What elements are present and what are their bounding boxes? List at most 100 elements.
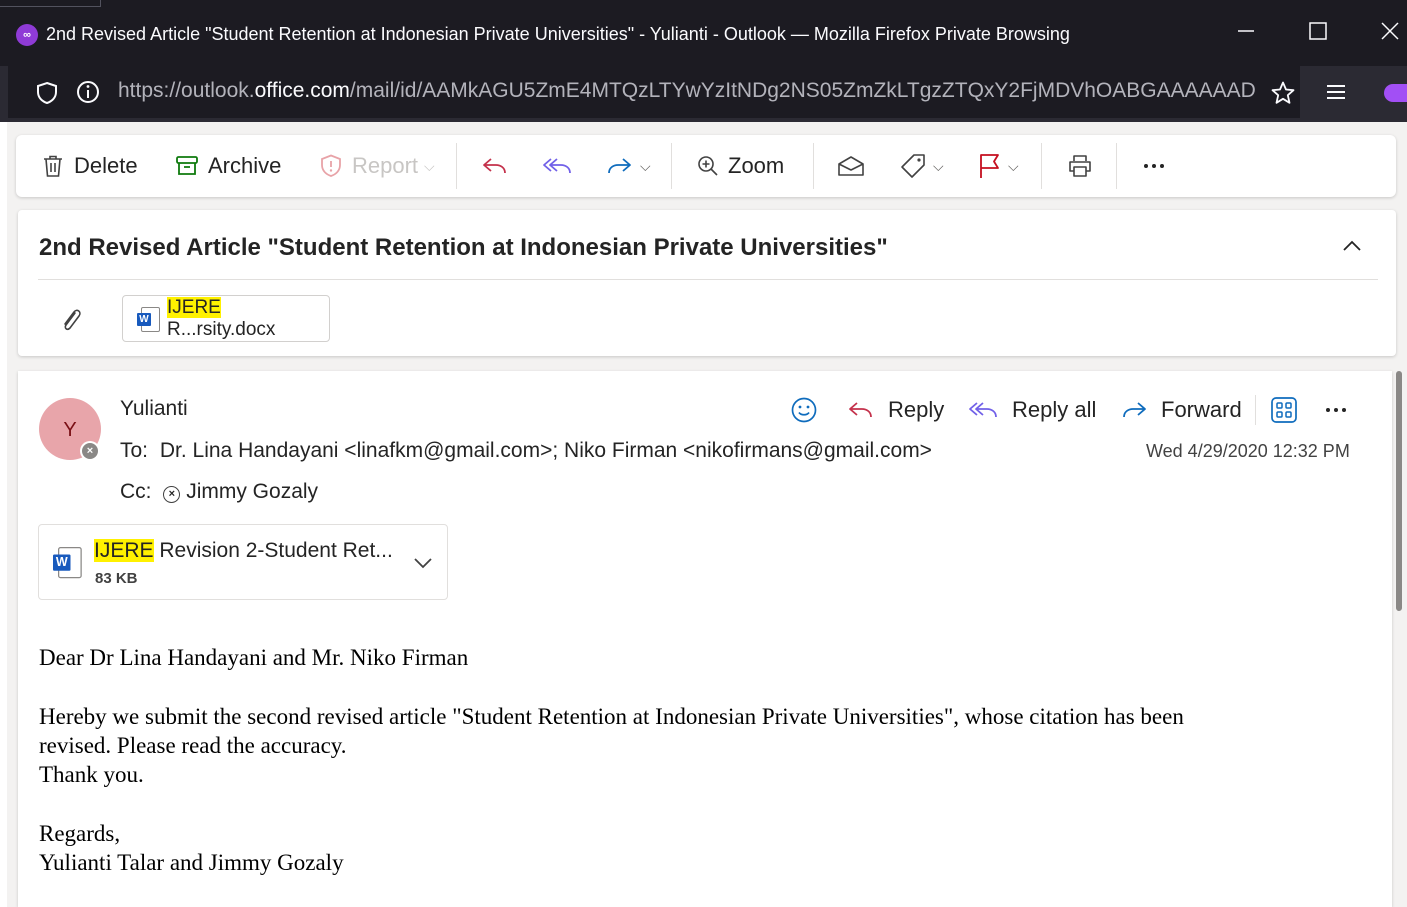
- cc-offline-status-icon: ×: [163, 486, 181, 503]
- site-info-icon[interactable]: [76, 80, 100, 104]
- url-text[interactable]: https://outlook.office.com/mail/id/AAMkA…: [118, 79, 1258, 105]
- toolbar-divider: [456, 143, 457, 189]
- toolbar-divider: [813, 143, 814, 189]
- more-actions-button[interactable]: [1142, 135, 1166, 197]
- reply-all-button[interactable]: [542, 135, 574, 197]
- window-title: 2nd Revised Article "Student Retention a…: [46, 24, 1070, 44]
- chevron-down-icon[interactable]: [411, 553, 435, 573]
- body-greeting: Dear Dr Lina Handayani and Mr. Niko Firm…: [39, 645, 469, 670]
- tab-strip-edge: [0, 0, 101, 7]
- message-body: Dear Dr Lina Handayani and Mr. Niko Firm…: [39, 643, 1359, 877]
- reply-all-icon: [969, 402, 997, 418]
- attachment-card[interactable]: W IJERE Revision 2-Student Ret... 83 KB: [38, 524, 448, 600]
- report-label: Report: [352, 153, 419, 178]
- presence-badge: ×: [80, 441, 100, 461]
- more-horizontal-icon: [1144, 164, 1164, 168]
- message-card: Y × Yulianti To: Dr. Lina Handayani <lin…: [18, 371, 1392, 907]
- actions-divider: [1255, 395, 1256, 425]
- body-signature: Yulianti Talar and Jimmy Gozaly: [39, 850, 344, 875]
- print-button[interactable]: [1066, 135, 1094, 197]
- email-subject: 2nd Revised Article "Student Retention a…: [39, 234, 888, 261]
- search-highlight: IJERE: [167, 296, 221, 318]
- navigation-bar: https://outlook.office.com/mail/id/AAMkA…: [0, 66, 1407, 122]
- forward-button[interactable]: ⌵: [604, 135, 651, 197]
- flag-chevron-down-icon: ⌵: [1008, 157, 1019, 174]
- delete-label: Delete: [74, 153, 138, 178]
- maximize-button[interactable]: [1298, 18, 1338, 52]
- more-horizontal-icon: [1326, 408, 1346, 412]
- header-attachment-chip[interactable]: W IJERE R...rsity.docx: [122, 295, 330, 342]
- address-bar[interactable]: https://outlook.office.com/mail/id/AAMkA…: [8, 66, 1300, 118]
- zoom-in-icon: [698, 156, 718, 176]
- private-browsing-mask-icon: ∞: [16, 24, 38, 46]
- close-icon: [1381, 22, 1399, 40]
- flag-icon: [980, 154, 999, 178]
- scrollbar-thumb[interactable]: [1396, 371, 1402, 611]
- forward-label: Forward: [1161, 397, 1242, 422]
- categorize-button[interactable]: ⌵: [899, 135, 944, 197]
- reply-button[interactable]: [480, 135, 510, 197]
- reply-all-label: Reply all: [1012, 397, 1097, 422]
- body-line: revised. Please read the accuracy.: [39, 733, 347, 758]
- minimize-button[interactable]: [1226, 18, 1266, 52]
- chevron-up-icon[interactable]: [1338, 232, 1366, 260]
- word-document-icon: W: [53, 547, 82, 579]
- flag-button[interactable]: ⌵: [976, 135, 1019, 197]
- body-closing: Regards,: [39, 821, 121, 846]
- sent-date: Wed 4/29/2020 12:32 PM: [1146, 441, 1350, 461]
- bookmark-star-icon[interactable]: [1270, 80, 1296, 106]
- cc-recipient[interactable]: Jimmy Gozaly: [186, 480, 318, 503]
- reply-all-action-button[interactable]: Reply all: [968, 393, 1096, 427]
- tag-icon: [901, 154, 925, 178]
- header-attachment-name-rest: R...rsity.docx: [167, 318, 276, 340]
- url-path: /mail/id/AAMkAGU5ZmE4MTQzLTYwYzItNDg2NS0…: [349, 79, 1256, 102]
- trash-icon: [44, 155, 62, 177]
- reply-action-button[interactable]: Reply: [846, 393, 944, 427]
- attachment-size: 83 KB: [95, 570, 138, 587]
- reply-icon: [849, 402, 872, 418]
- conversation-header: 2nd Revised Article "Student Retention a…: [18, 210, 1396, 356]
- tracking-protection-shield-icon[interactable]: [36, 81, 58, 105]
- toolbar-divider: [1041, 143, 1042, 189]
- maximize-icon: [1309, 22, 1327, 40]
- offline-status-icon: ×: [82, 443, 98, 459]
- toolbar-divider: [1116, 143, 1117, 189]
- report-chevron-down-icon: ⌵: [424, 157, 435, 174]
- apps-button[interactable]: [1270, 393, 1298, 427]
- header-attachment-name: IJERE R...rsity.docx: [167, 296, 329, 341]
- react-button[interactable]: [790, 393, 818, 427]
- delete-button[interactable]: Delete: [40, 135, 138, 197]
- zoom-button[interactable]: Zoom: [696, 135, 784, 197]
- command-toolbar: Delete Archive Report ⌵ ⌵ Zoom ⌵ ⌵: [16, 135, 1396, 197]
- close-window-button[interactable]: [1370, 18, 1407, 52]
- body-line: Thank you.: [39, 762, 144, 787]
- archive-button[interactable]: Archive: [174, 135, 281, 197]
- header-divider: [38, 279, 1378, 280]
- zoom-label: Zoom: [728, 153, 785, 178]
- sender-name[interactable]: Yulianti: [120, 397, 188, 421]
- archive-label: Archive: [208, 153, 282, 178]
- cc-line: Cc: × Jimmy Gozaly: [120, 480, 318, 504]
- hamburger-menu-icon[interactable]: [1324, 80, 1348, 104]
- categorize-chevron-down-icon: ⌵: [933, 157, 944, 174]
- message-more-button[interactable]: [1324, 393, 1348, 427]
- forward-icon: [608, 158, 631, 174]
- paperclip-icon: [64, 309, 81, 331]
- report-shield-icon: [321, 154, 341, 177]
- mark-read-button[interactable]: [836, 135, 866, 197]
- forward-icon: [1123, 402, 1146, 418]
- reply-all-icon: [543, 158, 571, 174]
- forward-chevron-down-icon: ⌵: [640, 157, 651, 174]
- archive-icon: [176, 156, 198, 175]
- report-button[interactable]: Report ⌵: [318, 135, 435, 197]
- browser-titlebar: ∞ 2nd Revised Article "Student Retention…: [0, 0, 1407, 66]
- word-document-icon: W: [137, 306, 160, 332]
- forward-action-button[interactable]: Forward: [1119, 393, 1242, 427]
- attachment-name: IJERE Revision 2-Student Ret...: [94, 539, 393, 563]
- reply-label: Reply: [888, 397, 945, 422]
- body-line: Hereby we submit the second revised arti…: [39, 704, 1184, 729]
- smiley-icon: [791, 397, 817, 423]
- to-recipients[interactable]: Dr. Lina Handayani <linafkm@gmail.com>; …: [160, 439, 932, 462]
- cc-label: Cc:: [120, 480, 152, 503]
- to-line: To: Dr. Lina Handayani <linafkm@gmail.co…: [120, 439, 932, 463]
